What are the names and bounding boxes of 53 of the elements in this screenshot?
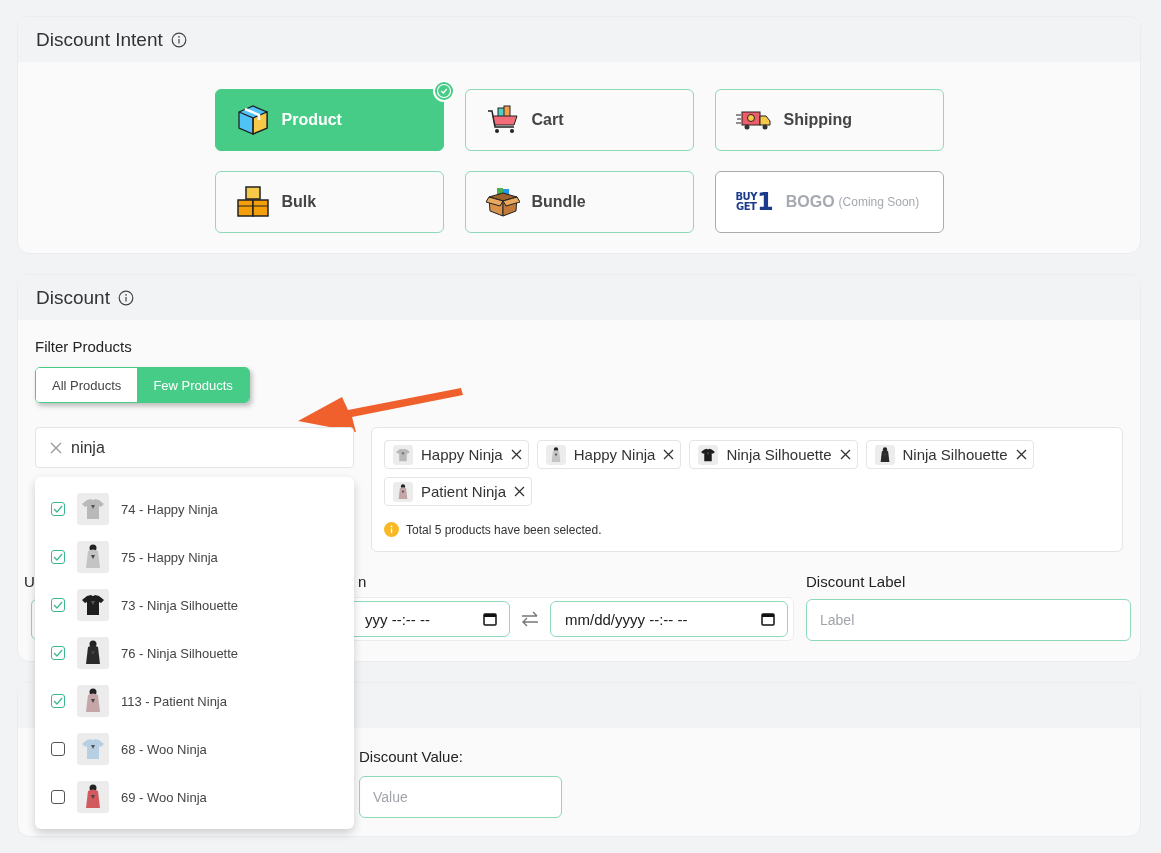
search-result[interactable]: 113 - Patient Ninja <box>121 693 227 709</box>
remove-icon[interactable] <box>663 449 675 460</box>
stacked-boxes-icon <box>235 185 270 219</box>
intent-option[interactable]: Shipping <box>714 89 944 151</box>
swap-icon <box>520 611 540 627</box>
field-label: U <box>24 573 36 590</box>
product-tag: Patient Ninja <box>384 477 533 506</box>
checkbox[interactable] <box>51 646 65 660</box>
search-result[interactable]: 68 - Woo Ninja <box>121 741 207 757</box>
remove-icon[interactable] <box>1015 449 1027 460</box>
search-result[interactable]: 76 - Ninja Silhouette <box>121 645 239 661</box>
search-result[interactable]: 69 - Woo Ninja <box>121 789 207 805</box>
remove-icon[interactable] <box>839 449 851 460</box>
product-tag: Ninja Silhouette <box>865 440 1034 469</box>
checkbox[interactable] <box>51 742 65 756</box>
check-badge-icon <box>432 80 455 102</box>
checkbox[interactable] <box>51 550 65 564</box>
section-title: Discount <box>36 286 110 309</box>
product-tag: Happy Ninja <box>536 440 682 469</box>
field-label: n <box>357 573 368 590</box>
open-box-icon <box>485 185 520 219</box>
search-result[interactable]: 73 - Ninja Silhouette <box>121 597 239 613</box>
remove-icon[interactable] <box>510 449 522 460</box>
field-label: Discount Label <box>806 573 907 590</box>
info-icon <box>384 522 399 537</box>
info-icon <box>117 289 134 306</box>
intent-option[interactable]: Cart <box>464 89 694 151</box>
checkbox[interactable] <box>51 598 65 612</box>
intent-option[interactable]: Bulk <box>214 171 444 233</box>
calendar-icon[interactable] <box>483 612 497 626</box>
label-input[interactable]: Label <box>806 599 1131 641</box>
search-field[interactable]: ninja <box>35 427 354 468</box>
value-input[interactable]: Value <box>359 776 562 818</box>
clear-icon[interactable] <box>50 441 62 454</box>
section-title: Discount Intent <box>36 28 163 51</box>
checkbox[interactable] <box>51 790 65 804</box>
search-input[interactable]: ninja <box>71 438 271 457</box>
calendar-icon[interactable] <box>761 612 775 626</box>
selection-note: Total 5 products have been selected. <box>406 522 602 537</box>
box-icon <box>235 103 270 137</box>
date-field[interactable]: mm/dd/yyyy --:-- -- <box>550 601 788 637</box>
filter-toggle[interactable]: All Products <box>36 368 138 402</box>
field-label: Discount Value: <box>359 748 464 765</box>
field-label: Filter Products <box>35 338 133 355</box>
checkbox[interactable] <box>51 502 65 516</box>
remove-icon[interactable] <box>514 486 526 497</box>
search-result[interactable]: 74 - Happy Ninja <box>121 501 218 517</box>
product-tag: Ninja Silhouette <box>689 440 858 469</box>
info-icon <box>170 31 187 48</box>
intent-option[interactable]: Bundle <box>464 171 694 233</box>
checkbox[interactable] <box>51 694 65 708</box>
search-result[interactable]: 75 - Happy Ninja <box>121 549 218 565</box>
product-tag: Happy Ninja <box>384 440 529 469</box>
